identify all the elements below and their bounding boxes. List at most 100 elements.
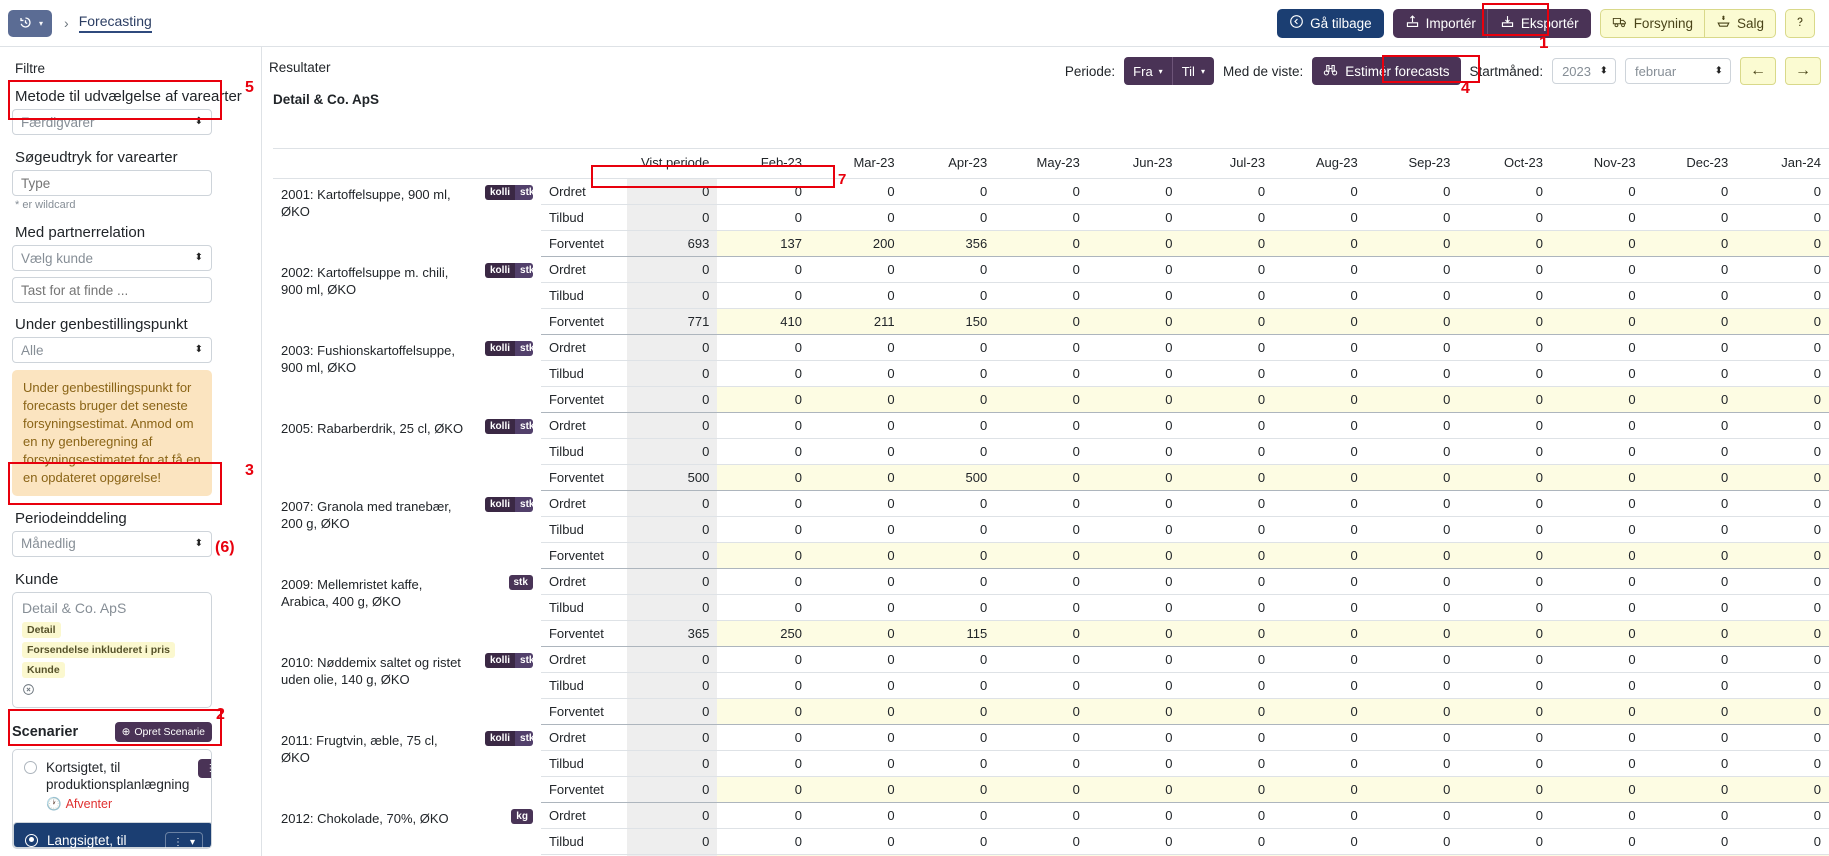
- cell-forecast[interactable]: 0: [995, 699, 1088, 725]
- scenario-menu-button[interactable]: ⋮ ▾: [198, 759, 212, 778]
- cell-forecast[interactable]: 250: [717, 621, 810, 647]
- cell-forecast[interactable]: 0: [1088, 465, 1181, 491]
- cell-forecast[interactable]: 0: [1458, 465, 1551, 491]
- cell-forecast[interactable]: 410: [717, 309, 810, 335]
- cell-forecast[interactable]: 0: [810, 777, 903, 803]
- cell-forecast[interactable]: 0: [810, 465, 903, 491]
- cell-forecast[interactable]: 0: [1551, 543, 1644, 569]
- cell-forecast[interactable]: 0: [1736, 543, 1829, 569]
- help-button[interactable]: [1785, 9, 1815, 38]
- cell-forecast[interactable]: 0: [903, 543, 996, 569]
- cell-forecast[interactable]: 0: [903, 777, 996, 803]
- cell-forecast[interactable]: 0: [1551, 699, 1644, 725]
- start-year-select[interactable]: 2023 ⬍: [1552, 58, 1616, 84]
- cell-forecast[interactable]: 0: [1736, 309, 1829, 335]
- prev-period-button[interactable]: ←: [1740, 57, 1776, 85]
- cell-forecast[interactable]: 0: [1088, 309, 1181, 335]
- cell-forecast[interactable]: 0: [1458, 699, 1551, 725]
- period-from-button[interactable]: Fra ▾: [1124, 57, 1173, 85]
- scenario-radio[interactable]: [24, 761, 37, 774]
- history-button[interactable]: ▾: [8, 10, 52, 37]
- cell-forecast[interactable]: 0: [1644, 309, 1737, 335]
- cell-forecast[interactable]: 0: [995, 465, 1088, 491]
- scenario-radio[interactable]: [25, 834, 38, 847]
- export-button[interactable]: Eksportér: [1488, 9, 1591, 38]
- import-button[interactable]: Importér: [1393, 9, 1488, 38]
- cell-forecast[interactable]: 0: [1458, 543, 1551, 569]
- go-back-button[interactable]: Gå tilbage: [1277, 9, 1384, 38]
- search-input[interactable]: [12, 170, 212, 196]
- sales-tab-button[interactable]: Salg: [1704, 9, 1776, 38]
- period-select[interactable]: Månedlig ⬍: [12, 531, 212, 557]
- cell-forecast[interactable]: 0: [995, 387, 1088, 413]
- supply-tab-button[interactable]: Forsyning: [1600, 9, 1704, 38]
- cell-forecast[interactable]: 0: [1736, 777, 1829, 803]
- cell-forecast[interactable]: 0: [903, 699, 996, 725]
- cell-forecast[interactable]: 0: [1273, 699, 1366, 725]
- cell-forecast[interactable]: 0: [1551, 309, 1644, 335]
- cell-forecast[interactable]: 0: [717, 465, 810, 491]
- cell-forecast[interactable]: 0: [717, 777, 810, 803]
- next-period-button[interactable]: →: [1785, 57, 1821, 85]
- cell-forecast[interactable]: 0: [1366, 543, 1459, 569]
- partner-find-input[interactable]: [12, 277, 212, 303]
- cell-forecast[interactable]: 0: [995, 621, 1088, 647]
- cell-forecast[interactable]: 0: [1181, 309, 1274, 335]
- cell-forecast[interactable]: 0: [1458, 621, 1551, 647]
- cell-forecast[interactable]: 0: [1088, 543, 1181, 569]
- scenario-item-langsigtet[interactable]: Langsigtet, til ⋮ ▾: [13, 822, 212, 848]
- cell-forecast[interactable]: 0: [1088, 621, 1181, 647]
- cell-forecast[interactable]: 500: [903, 465, 996, 491]
- cell-forecast[interactable]: 0: [1644, 231, 1737, 257]
- cell-forecast[interactable]: 0: [1181, 699, 1274, 725]
- cell-forecast[interactable]: 0: [1273, 777, 1366, 803]
- cell-forecast[interactable]: 0: [1644, 777, 1737, 803]
- cell-forecast[interactable]: 0: [1181, 465, 1274, 491]
- cell-forecast[interactable]: 0: [1736, 465, 1829, 491]
- scenario-menu-button[interactable]: ⋮ ▾: [165, 832, 203, 849]
- cell-forecast[interactable]: 0: [1458, 309, 1551, 335]
- cell-forecast[interactable]: 0: [1366, 621, 1459, 647]
- cell-forecast[interactable]: 0: [1181, 621, 1274, 647]
- cell-forecast[interactable]: 115: [903, 621, 996, 647]
- cell-forecast[interactable]: 0: [1551, 621, 1644, 647]
- cell-forecast[interactable]: 0: [1736, 699, 1829, 725]
- cell-forecast[interactable]: 0: [995, 309, 1088, 335]
- cell-forecast[interactable]: 0: [995, 777, 1088, 803]
- cell-forecast[interactable]: 0: [1366, 465, 1459, 491]
- start-month-select[interactable]: februar ⬍: [1625, 58, 1731, 84]
- cell-forecast[interactable]: 0: [1273, 621, 1366, 647]
- partner-select[interactable]: Vælg kunde ⬍: [12, 245, 212, 271]
- cell-forecast[interactable]: 0: [1088, 231, 1181, 257]
- cell-forecast[interactable]: 0: [1366, 699, 1459, 725]
- cell-forecast[interactable]: 0: [1366, 309, 1459, 335]
- estimate-forecasts-button[interactable]: Estimér forecasts: [1312, 57, 1460, 85]
- cell-forecast[interactable]: 0: [1088, 699, 1181, 725]
- cell-forecast[interactable]: 150: [903, 309, 996, 335]
- cell-forecast[interactable]: 0: [1366, 387, 1459, 413]
- cell-forecast[interactable]: 0: [1181, 777, 1274, 803]
- cell-forecast[interactable]: 0: [1088, 387, 1181, 413]
- cell-forecast[interactable]: 0: [1181, 231, 1274, 257]
- cell-forecast[interactable]: 0: [1181, 543, 1274, 569]
- cell-forecast[interactable]: 0: [1366, 777, 1459, 803]
- customer-box[interactable]: Detail & Co. ApS Detail Forsendelse inkl…: [12, 592, 212, 708]
- cell-forecast[interactable]: 0: [810, 699, 903, 725]
- cell-forecast[interactable]: 356: [903, 231, 996, 257]
- cell-forecast[interactable]: 0: [1273, 387, 1366, 413]
- cell-forecast[interactable]: 0: [995, 231, 1088, 257]
- cell-forecast[interactable]: 0: [810, 543, 903, 569]
- cell-forecast[interactable]: 0: [1273, 543, 1366, 569]
- cell-forecast[interactable]: 0: [995, 543, 1088, 569]
- cell-forecast[interactable]: 0: [810, 621, 903, 647]
- scenario-item-kortsigtet[interactable]: Kortsigtet, til produktionsplanlægning 🕐…: [13, 750, 211, 822]
- cell-forecast[interactable]: 0: [1644, 699, 1737, 725]
- cell-forecast[interactable]: 211: [810, 309, 903, 335]
- cell-forecast[interactable]: 0: [1458, 777, 1551, 803]
- cell-forecast[interactable]: 0: [1644, 621, 1737, 647]
- cell-forecast[interactable]: 0: [810, 387, 903, 413]
- cell-forecast[interactable]: 0: [1736, 387, 1829, 413]
- period-to-button[interactable]: Til ▾: [1173, 57, 1214, 85]
- cell-forecast[interactable]: 0: [1551, 231, 1644, 257]
- cell-forecast[interactable]: 0: [1273, 309, 1366, 335]
